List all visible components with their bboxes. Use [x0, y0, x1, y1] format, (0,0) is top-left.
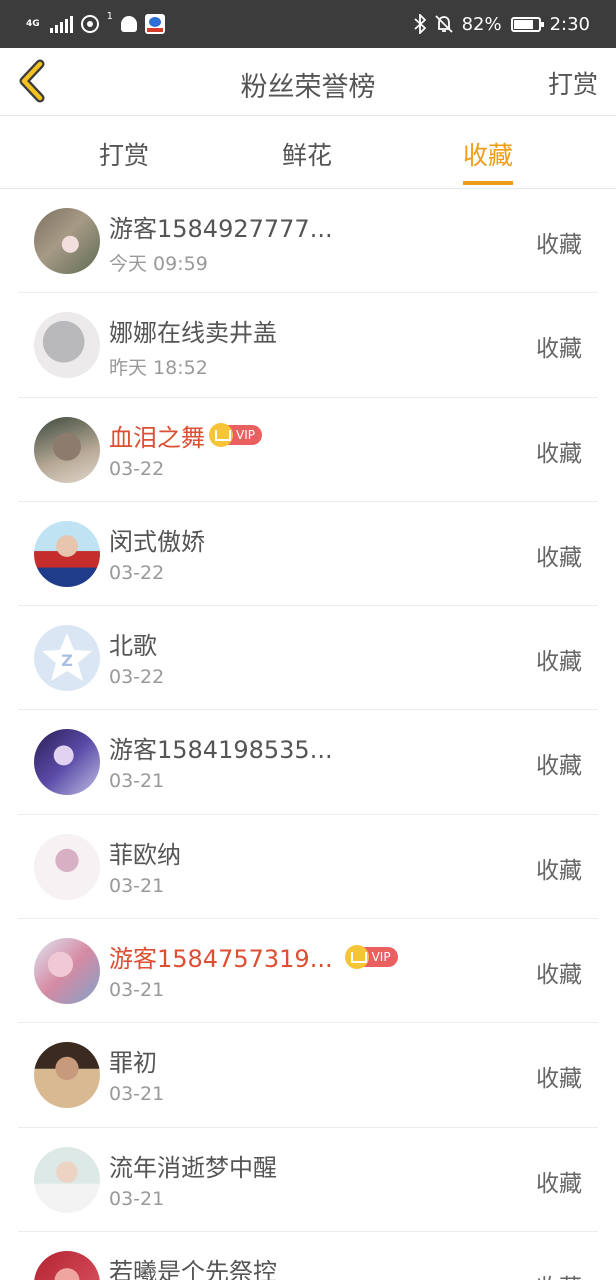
fan-name: 菲欧纳 — [109, 835, 181, 870]
fan-name: 流年消逝梦中醒 — [109, 1148, 277, 1183]
fan-action-label: 收藏 — [536, 440, 582, 467]
fan-row[interactable]: 若曦是个先祭控 收藏 — [18, 1232, 598, 1280]
fan-action-label: 收藏 — [536, 1170, 582, 1197]
battery-percent: 82% — [461, 13, 502, 35]
bluetooth-icon — [413, 14, 426, 34]
fan-name: 北歌 — [109, 626, 157, 661]
fan-name: 血泪之舞 VIP — [109, 418, 262, 453]
fan-name-text: 流年消逝梦中醒 — [109, 1153, 277, 1182]
fan-row[interactable]: 罪初 03-21 收藏 — [18, 1023, 598, 1128]
fan-name-text: 罪初 — [109, 1049, 157, 1078]
avatar[interactable] — [34, 208, 100, 274]
fan-list: 游客1584927777... 今天 09:59 收藏 娜娜在线卖井盖 昨天 18:52… — [0, 189, 616, 1280]
avatar[interactable] — [34, 520, 100, 587]
fan-action-label: 收藏 — [536, 857, 582, 884]
tab-label: 鲜花 — [282, 141, 333, 170]
fan-time: 03-21 — [109, 1187, 165, 1210]
fan-time: 03-21 — [109, 874, 165, 897]
baidu-app-icon — [145, 14, 166, 34]
fan-time: 今天 09:59 — [109, 253, 208, 275]
status-left: 4G 1 — [26, 10, 166, 38]
avatar[interactable] — [34, 416, 100, 483]
header: 粉丝荣誉榜 打赏 — [0, 48, 616, 116]
fan-time: 03-22 — [109, 561, 165, 584]
fan-row[interactable]: 游客1584198535... 03-21 收藏 — [18, 710, 598, 815]
vip-badge: VIP — [344, 944, 398, 969]
fan-time: 昨天 18:52 — [109, 357, 208, 380]
fan-name: 娜娜在线卖井盖 — [109, 313, 277, 348]
avatar[interactable]: Z — [34, 625, 100, 692]
fan-name-text: 若曦是个先祭控 — [109, 1257, 277, 1280]
crown-icon — [209, 423, 233, 448]
avatar[interactable] — [34, 833, 100, 900]
fan-time: 03-21 — [109, 979, 165, 1002]
battery-icon — [510, 16, 544, 32]
fan-row[interactable]: 游客1584757319... VIP 03-21 收藏 — [18, 919, 598, 1024]
fan-action-label: 收藏 — [536, 232, 582, 258]
fan-action-label: 收藏 — [536, 544, 582, 571]
page-title: 粉丝荣誉榜 — [240, 72, 376, 103]
tab-flowers[interactable]: 鲜花 — [282, 136, 332, 189]
fan-time: 03-21 — [109, 1083, 165, 1106]
fan-name: 游客1584757319... VIP — [109, 939, 398, 974]
status-bar: 4G 1 82% 2:30 — [0, 0, 616, 48]
reward-button[interactable]: 打赏 — [548, 65, 598, 101]
fan-name-text: 游客1584757319... — [109, 945, 333, 974]
tab-label: 打赏 — [99, 141, 150, 170]
tab-reward[interactable]: 打赏 — [99, 136, 149, 189]
fan-name-text: 北歌 — [109, 632, 157, 661]
fan-time: 03-22 — [109, 666, 165, 689]
qq-icon — [121, 16, 138, 32]
fan-row[interactable]: 娜娜在线卖井盖昨天 18:52 收藏 — [18, 293, 598, 398]
fan-name: 罪初 — [109, 1043, 157, 1078]
hotspot-icon — [80, 15, 99, 33]
default-avatar-icon: Z — [42, 633, 92, 682]
fan-action-label: 收藏 — [536, 1268, 582, 1280]
fan-row[interactable]: 流年消逝梦中醒 03-21 收藏 — [18, 1128, 598, 1232]
fan-name: 闵式傲娇 — [109, 522, 205, 557]
fan-name-text: 娜娜在线卖井盖 — [109, 319, 277, 348]
fan-name: 游客1584927777... — [109, 209, 333, 244]
tab-bar: 打赏 鲜花 收藏 — [0, 116, 616, 189]
svg-text:Z: Z — [61, 651, 73, 670]
fan-action-label: 收藏 — [536, 962, 582, 989]
network-label: 4G — [26, 18, 40, 29]
fan-action-label: 收藏 — [536, 649, 582, 676]
signal-icon — [49, 15, 73, 33]
fan-action-label: 收藏 — [536, 753, 582, 780]
fan-action-label: 收藏 — [536, 1066, 582, 1093]
hotspot-count: 1 — [106, 10, 114, 22]
avatar[interactable] — [34, 1042, 100, 1109]
fan-name-text: 闵式傲娇 — [109, 527, 205, 556]
mute-bell-icon — [434, 15, 453, 33]
crown-icon — [344, 944, 369, 969]
fan-name-text: 游客1584927777... — [109, 215, 333, 243]
fan-name-text: 血泪之舞 — [109, 423, 205, 452]
tab-favorites[interactable]: 收藏 — [463, 136, 514, 189]
vip-badge: VIP — [209, 423, 262, 448]
clock: 2:30 — [549, 13, 590, 35]
avatar[interactable] — [34, 938, 100, 1005]
fan-row[interactable]: 闵式傲娇 03-22 收藏 — [18, 502, 598, 607]
fan-row[interactable]: 菲欧纳 03-21 收藏 — [18, 815, 598, 920]
fan-name-text: 游客1584198535... — [109, 736, 333, 765]
status-right: 82% 2:30 — [413, 10, 590, 38]
fan-time: 03-22 — [109, 457, 165, 480]
avatar[interactable] — [34, 1146, 100, 1213]
fan-name-text: 菲欧纳 — [109, 840, 181, 869]
fan-row[interactable]: Z 北歌 03-22 收藏 — [18, 606, 598, 711]
fan-time: 03-21 — [109, 770, 165, 793]
fan-row[interactable]: 血泪之舞 VIP 03-22 收藏 — [18, 398, 598, 502]
fan-name: 游客1584198535... — [109, 730, 333, 765]
avatar[interactable] — [34, 312, 100, 379]
tab-label: 收藏 — [463, 141, 514, 170]
avatar[interactable] — [34, 729, 100, 796]
avatar[interactable] — [34, 1250, 100, 1280]
fan-row[interactable]: 游客1584927777... 今天 09:59 收藏 — [18, 189, 598, 294]
tab-active-indicator — [463, 181, 514, 185]
fan-action-label: 收藏 — [536, 336, 582, 363]
fan-name: 若曦是个先祭控 — [109, 1252, 277, 1280]
